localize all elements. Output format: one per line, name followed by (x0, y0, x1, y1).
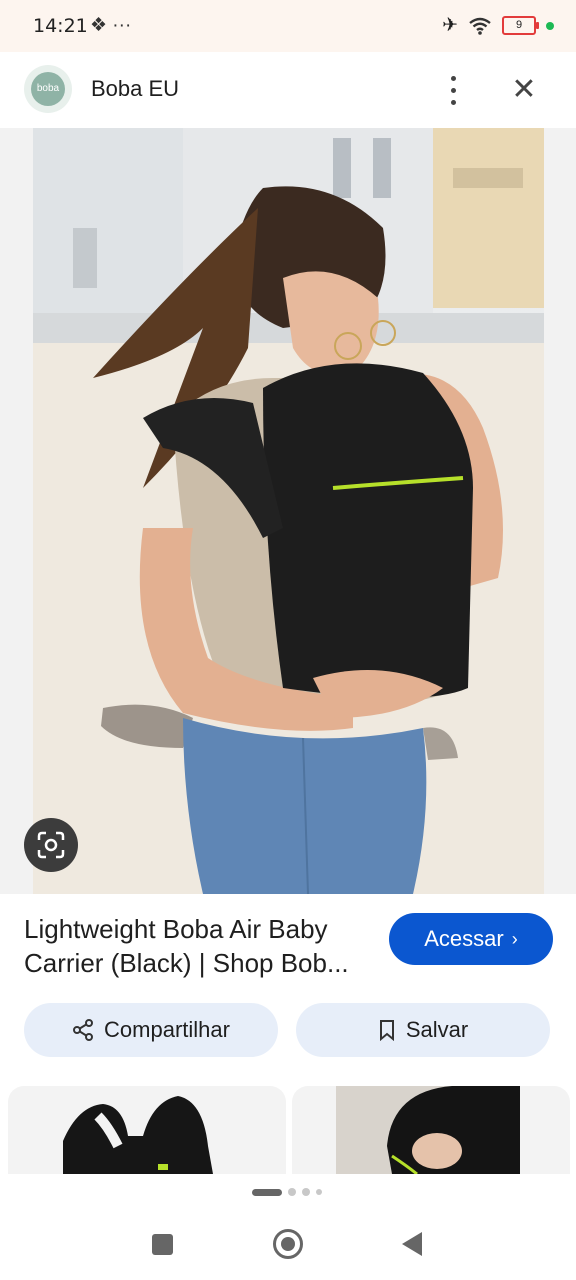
lens-icon[interactable] (24, 818, 78, 872)
logo-text: boba (31, 72, 65, 106)
home-button[interactable] (273, 1229, 303, 1259)
site-logo: boba (24, 65, 72, 113)
battery-icon: 9 (502, 16, 539, 35)
page-indicator (252, 1188, 322, 1196)
visit-button-label: Acessar (424, 926, 504, 951)
share-button-label: Compartilhar (104, 1017, 230, 1042)
recents-button[interactable] (152, 1234, 173, 1255)
notification-icons: ❖ ··· (90, 15, 132, 36)
save-button[interactable]: Salvar (296, 1003, 550, 1057)
status-time: 14:21 (33, 15, 88, 37)
related-result-card[interactable] (8, 1086, 286, 1174)
related-result-card[interactable] (292, 1086, 570, 1174)
share-icon (73, 1019, 94, 1041)
airplane-icon: ✈ (442, 15, 458, 36)
chevron-right-icon: › (511, 928, 518, 949)
result-title-line-1: Lightweight Boba Air Baby (24, 914, 328, 944)
status-icons: ✈ 9 (442, 14, 554, 37)
wifi-icon (469, 17, 491, 35)
close-icon[interactable]: ✕ (506, 72, 542, 108)
system-nav-bar (0, 1214, 576, 1280)
share-button[interactable]: Compartilhar (24, 1003, 278, 1057)
visit-button[interactable]: Acessar › (389, 913, 553, 965)
related-results (0, 1086, 576, 1174)
result-title-line-2: Carrier (Black) | Shop Bob... (24, 948, 349, 978)
site-name: Boba EU (91, 76, 180, 101)
bookmark-icon (379, 1020, 394, 1041)
more-vert-icon[interactable] (440, 72, 466, 108)
save-button-label: Salvar (405, 1017, 469, 1042)
indicator-dot (546, 21, 554, 30)
status-bar: 14:21 ❖ ··· ✈ 9 (0, 0, 576, 52)
result-image[interactable] (33, 128, 544, 894)
result-title[interactable]: Lightweight Boba Air Baby Carrier (Black… (24, 912, 374, 980)
back-button[interactable] (402, 1232, 422, 1256)
battery-level: 9 (515, 19, 523, 31)
result-header: boba Boba EU ✕ (0, 52, 576, 128)
